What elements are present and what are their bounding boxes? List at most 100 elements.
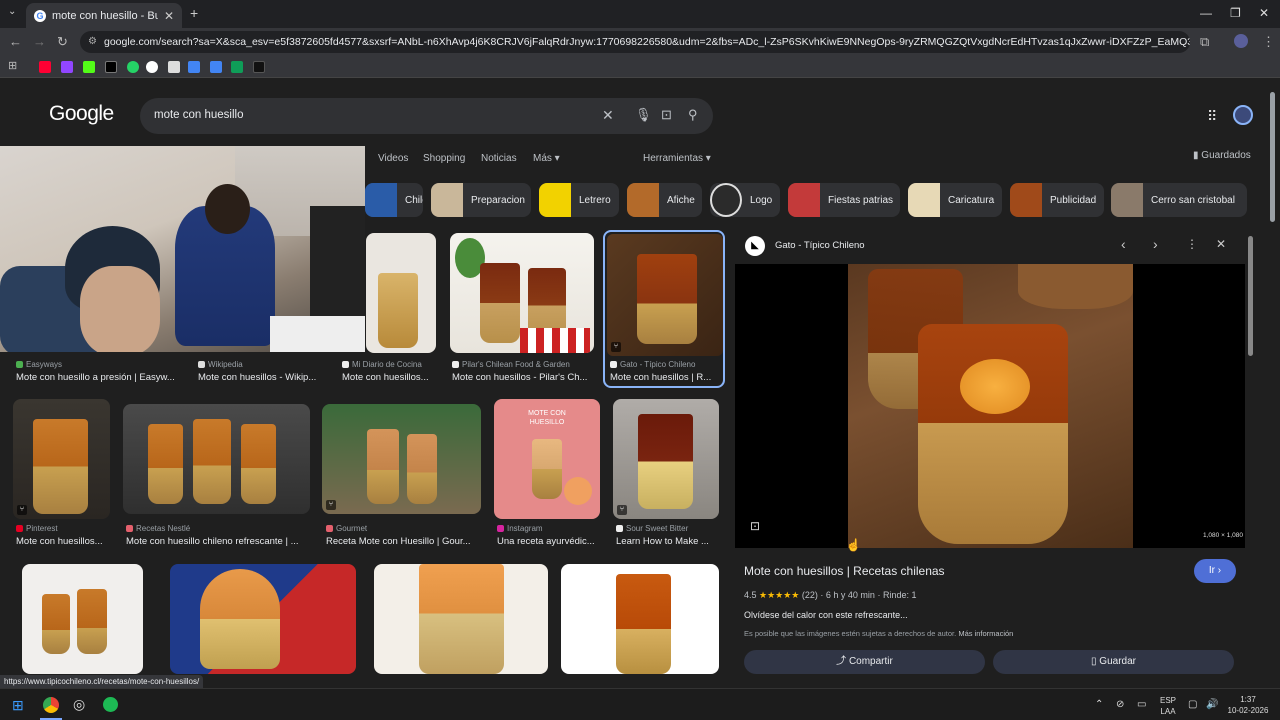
- previous-icon[interactable]: ‹: [1121, 236, 1126, 252]
- tools-button[interactable]: Herramientas ▾: [643, 153, 711, 164]
- panel-site-name[interactable]: Gato - Típico Chileno: [775, 240, 865, 251]
- windows-start-icon[interactable]: ⊞: [12, 697, 24, 714]
- panel-title[interactable]: Mote con huesillos | Recetas chilenas: [744, 564, 945, 578]
- tab-google-search[interactable]: G mote con huesillo - Buscar con ✕: [26, 3, 182, 28]
- source-pinterest[interactable]: Pinterest: [16, 524, 58, 533]
- caption-gato[interactable]: Mote con huesillos | R...: [610, 372, 720, 383]
- google-apps-icon[interactable]: ⠿: [1207, 108, 1217, 125]
- maximize-icon[interactable]: ❐: [1230, 6, 1241, 20]
- forward-icon[interactable]: →: [33, 34, 46, 49]
- minimize-icon[interactable]: —: [1200, 6, 1212, 20]
- tab-search-icon[interactable]: ⌄: [8, 6, 16, 17]
- x-bookmark-icon[interactable]: [105, 61, 117, 73]
- chip-cerro-san-cristobal[interactable]: Cerro san cristobal: [1111, 183, 1247, 217]
- spotify-taskbar-icon[interactable]: [103, 697, 118, 712]
- twitch-bookmark-icon[interactable]: [61, 61, 73, 73]
- caption-pilars[interactable]: Mote con huesillos - Pilar's Ch...: [452, 372, 594, 383]
- source-gourmet[interactable]: Gourmet: [326, 524, 367, 533]
- menu-dots-icon[interactable]: ⋮: [1262, 34, 1275, 50]
- close-panel-icon[interactable]: ✕: [1216, 237, 1226, 251]
- result-image-row3-1[interactable]: [22, 564, 143, 674]
- sheets-bookmark-icon[interactable]: [231, 61, 243, 73]
- caption-easyways[interactable]: Mote con huesillo a presión | Easyw...: [16, 372, 186, 383]
- tiktok-bookmark-icon[interactable]: [253, 61, 265, 73]
- search-box[interactable]: mote con huesillo ✕ 🎙 ⊡ ⚲: [140, 98, 713, 134]
- scrollbar-thumb[interactable]: [1270, 92, 1275, 222]
- address-bar[interactable]: ⚙ google.com/search?sa=X&sca_esv=e5f3872…: [80, 31, 1190, 53]
- back-icon[interactable]: ←: [9, 34, 22, 49]
- chip-chile[interactable]: Chile: [365, 183, 423, 217]
- result-image-sour-sweet[interactable]: ⑂: [613, 399, 719, 519]
- nav-videos[interactable]: Videos: [378, 153, 408, 164]
- account-avatar[interactable]: [1233, 105, 1253, 125]
- caption-mi-diario[interactable]: Mote con huesillos...: [342, 372, 437, 383]
- preview-image[interactable]: ⊡ 1,080 × 1,080: [735, 264, 1245, 548]
- tray-overflow-icon[interactable]: ⌃: [1095, 699, 1103, 710]
- youtube-bookmark-icon[interactable]: [39, 61, 51, 73]
- next-icon[interactable]: ›: [1153, 236, 1158, 252]
- reload-icon[interactable]: ↻: [57, 34, 68, 50]
- page-scrollbar[interactable]: [1270, 86, 1276, 686]
- chip-afiche[interactable]: Afiche: [627, 183, 702, 217]
- save-button[interactable]: ▯ Guardar: [993, 650, 1234, 674]
- caption-instagram[interactable]: Una receta ayurvédic...: [497, 536, 601, 547]
- notion-bookmark-icon[interactable]: [168, 61, 180, 73]
- clear-search-icon[interactable]: ✕: [602, 107, 614, 124]
- nav-shopping[interactable]: Shopping: [423, 153, 465, 164]
- nav-news[interactable]: Noticias: [481, 153, 517, 164]
- close-tab-icon[interactable]: ✕: [164, 9, 174, 23]
- chip-letrero[interactable]: Letrero: [539, 183, 619, 217]
- obs-taskbar-icon[interactable]: ◎: [73, 696, 85, 713]
- caption-pinterest[interactable]: Mote con huesillos...: [16, 536, 111, 547]
- result-image-mi-diario[interactable]: [366, 233, 436, 353]
- panel-scrollbar-thumb[interactable]: [1248, 236, 1253, 356]
- apps-grid-icon[interactable]: ⊞: [8, 59, 17, 72]
- source-instagram[interactable]: Instagram: [497, 524, 543, 533]
- chip-caricatura[interactable]: Caricatura: [908, 183, 1002, 217]
- result-image-gourmet[interactable]: ⑂: [322, 404, 481, 514]
- voice-search-icon[interactable]: 🎙: [635, 107, 652, 123]
- result-image-nestle[interactable]: [123, 404, 310, 514]
- google-logo[interactable]: Google: [49, 102, 114, 126]
- whatsapp-bookmark-icon[interactable]: [127, 61, 139, 73]
- docs-bookmark-icon[interactable]: [210, 61, 222, 73]
- result-image-pinterest[interactable]: ⑂: [13, 399, 110, 519]
- result-image-row3-2[interactable]: [170, 564, 356, 674]
- result-image-pilars[interactable]: [450, 233, 594, 353]
- chip-publicidad[interactable]: Publicidad: [1010, 183, 1104, 217]
- display-icon[interactable]: ▢: [1188, 699, 1197, 710]
- network-icon[interactable]: ⊘: [1116, 699, 1124, 710]
- caption-wikipedia[interactable]: Mote con huesillos - Wikip...: [198, 372, 323, 383]
- caption-sour-sweet[interactable]: Learn How to Make ...: [616, 536, 720, 547]
- saved-button[interactable]: ▮ Guardados: [1193, 150, 1251, 161]
- lens-search-icon[interactable]: ⊡: [661, 107, 672, 123]
- source-wikipedia[interactable]: Wikipedia: [198, 360, 243, 369]
- chip-preparacion[interactable]: Preparacion: [431, 183, 531, 217]
- site-info-icon[interactable]: ⚙: [88, 31, 97, 53]
- kick-bookmark-icon[interactable]: [83, 61, 95, 73]
- extensions-icon[interactable]: ⧉: [1200, 34, 1209, 50]
- source-gato[interactable]: Gato - Típico Chileno: [610, 360, 695, 369]
- input-language[interactable]: ESP LAA: [1160, 695, 1176, 717]
- chatgpt-bookmark-icon[interactable]: [146, 61, 158, 73]
- result-image-row3-3[interactable]: [374, 564, 548, 674]
- new-tab-button[interactable]: +: [190, 5, 198, 21]
- source-mi-diario[interactable]: Mi Diario de Cocina: [342, 360, 422, 369]
- more-options-icon[interactable]: ⋮: [1186, 237, 1198, 251]
- search-input[interactable]: mote con huesillo: [154, 109, 244, 121]
- share-button[interactable]: ⤴ Compartir: [744, 650, 985, 674]
- translate-bookmark-icon[interactable]: [188, 61, 200, 73]
- nav-more[interactable]: Más ▾: [533, 153, 560, 164]
- chip-logo[interactable]: Logo: [710, 183, 780, 217]
- clock[interactable]: 1:37 10-02-2026: [1226, 694, 1270, 716]
- source-easyways[interactable]: Easyways: [16, 360, 62, 369]
- search-icon[interactable]: ⚲: [688, 107, 698, 123]
- result-image-instagram[interactable]: MOTE CON HUESILLO: [494, 399, 600, 519]
- volume-icon[interactable]: 🔊: [1206, 699, 1218, 710]
- chip-fiestas-patrias[interactable]: Fiestas patrias: [788, 183, 900, 217]
- battery-icon[interactable]: ▭: [1137, 699, 1146, 710]
- go-button[interactable]: Ir ›: [1194, 559, 1236, 583]
- chrome-taskbar-icon[interactable]: [43, 697, 59, 713]
- result-image-row3-4[interactable]: [561, 564, 719, 674]
- lens-icon[interactable]: ⊡: [750, 519, 760, 533]
